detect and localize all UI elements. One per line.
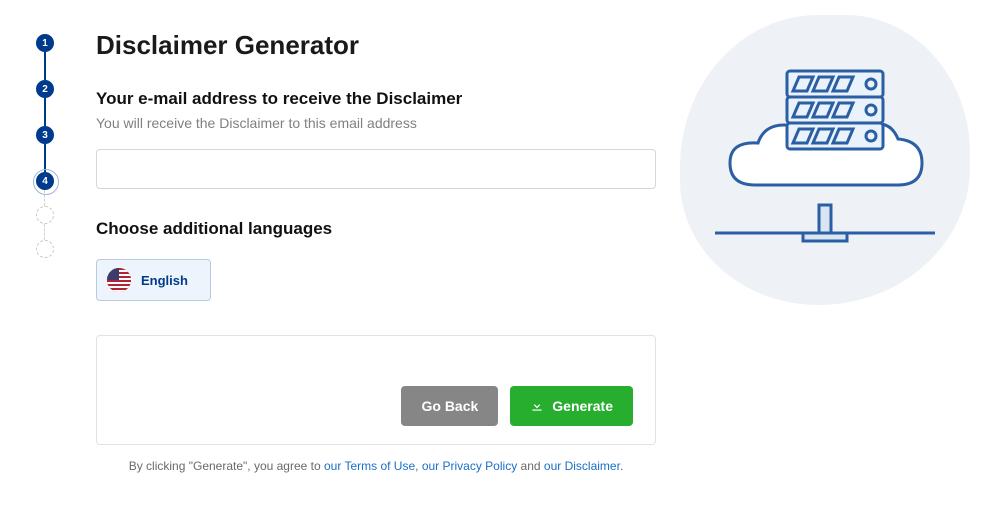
step-future <box>36 240 54 258</box>
disclaimer-link[interactable]: our Disclaimer <box>544 459 620 473</box>
footer-prefix: By clicking "Generate", you agree to <box>129 459 324 473</box>
email-hint: You will receive the Disclaimer to this … <box>96 115 656 131</box>
step-2[interactable]: 2 <box>36 80 54 98</box>
wizard-stepper: 1 2 3 4 <box>30 30 60 473</box>
languages-heading: Choose additional languages <box>96 219 656 239</box>
privacy-link[interactable]: our Privacy Policy <box>422 459 517 473</box>
download-icon <box>530 399 544 413</box>
language-english-button[interactable]: English <box>96 259 211 301</box>
email-heading: Your e-mail address to receive the Discl… <box>96 89 656 109</box>
terms-link[interactable]: our Terms of Use <box>324 459 415 473</box>
generate-label: Generate <box>552 398 613 414</box>
step-connector <box>44 52 46 80</box>
action-button-row: Go Back Generate <box>96 335 656 445</box>
go-back-button[interactable]: Go Back <box>401 386 498 426</box>
step-connector-dashed <box>44 224 46 240</box>
step-future <box>36 206 54 224</box>
footer-sep: , <box>415 459 422 473</box>
step-4-current[interactable]: 4 <box>36 172 54 190</box>
footer-suffix: . <box>620 459 623 473</box>
language-label: English <box>141 273 188 288</box>
usa-flag-icon <box>107 268 131 292</box>
footer-sep: and <box>517 459 544 473</box>
step-connector <box>44 144 46 172</box>
step-3[interactable]: 3 <box>36 126 54 144</box>
step-1[interactable]: 1 <box>36 34 54 52</box>
email-input[interactable] <box>96 149 656 189</box>
consent-footer: By clicking "Generate", you agree to our… <box>96 459 656 473</box>
step-connector <box>44 98 46 126</box>
page-title: Disclaimer Generator <box>96 30 656 61</box>
go-back-label: Go Back <box>421 398 478 414</box>
generate-button[interactable]: Generate <box>510 386 633 426</box>
